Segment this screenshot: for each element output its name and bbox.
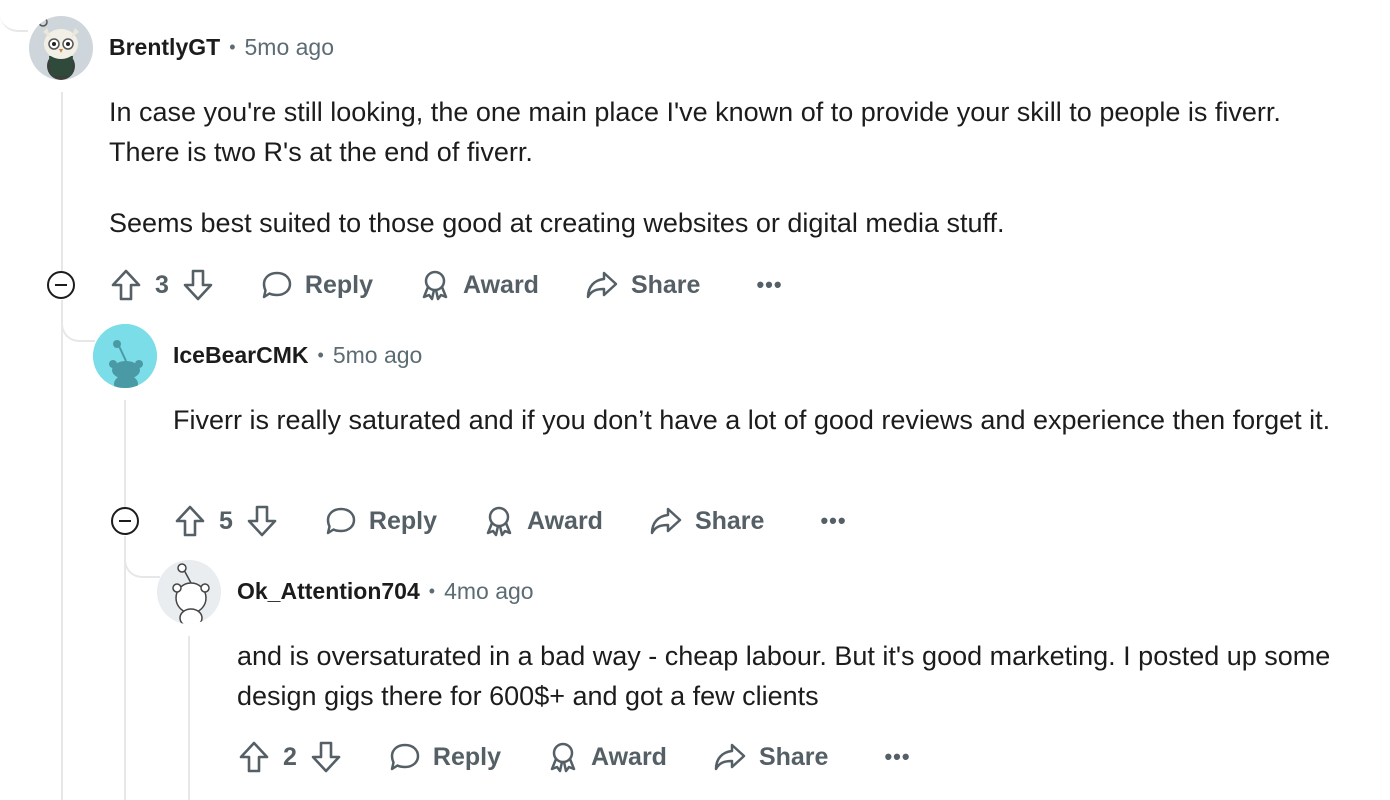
award-button[interactable]: Award xyxy=(547,741,667,773)
vote-score: 2 xyxy=(283,742,297,771)
award-label: Award xyxy=(591,742,667,771)
collapse-thread-button[interactable] xyxy=(47,271,75,299)
upvote-icon[interactable] xyxy=(173,504,207,538)
share-label: Share xyxy=(630,270,701,299)
timestamp[interactable]: 4mo ago xyxy=(444,578,534,605)
vote-score: 3 xyxy=(155,270,169,299)
reply-label: Reply xyxy=(368,506,437,535)
thread-line xyxy=(124,536,126,800)
award-label: Award xyxy=(527,506,603,535)
thread-connector xyxy=(61,300,95,342)
snoo-avatar-icon xyxy=(157,560,221,624)
reply-label: Reply xyxy=(432,742,501,771)
award-icon xyxy=(550,742,576,773)
thread-connector xyxy=(124,536,160,578)
more-options-button[interactable]: ••• xyxy=(756,272,782,298)
thread-line xyxy=(61,300,63,800)
author-name[interactable]: Ok_Attention704 xyxy=(237,578,420,605)
comment-meta: BrentlyGT • 5mo ago xyxy=(109,34,334,61)
avatar[interactable] xyxy=(93,324,157,388)
comment-actions: 5 Reply Award Share ••• xyxy=(173,499,847,543)
award-icon xyxy=(486,506,512,537)
downvote-icon[interactable] xyxy=(181,268,215,302)
timestamp[interactable]: 5mo ago xyxy=(245,34,335,61)
owl-avatar-icon xyxy=(29,16,93,80)
thread-connector xyxy=(0,0,28,32)
author-name[interactable]: IceBearCMK xyxy=(173,342,309,369)
share-label: Share xyxy=(758,742,829,771)
timestamp[interactable]: 5mo ago xyxy=(333,342,423,369)
share-button[interactable]: Share xyxy=(649,506,764,536)
comment-actions: 2 Reply Award Share ••• xyxy=(237,735,911,779)
reply-icon xyxy=(326,507,356,535)
share-button[interactable]: Share xyxy=(713,742,828,772)
share-icon xyxy=(714,743,746,771)
comment-paragraph: Seems best suited to those good at creat… xyxy=(109,208,1005,238)
award-label: Award xyxy=(463,270,539,299)
avatar[interactable] xyxy=(157,560,221,624)
minus-icon xyxy=(119,520,131,522)
award-button[interactable]: Award xyxy=(483,505,603,537)
downvote-icon[interactable] xyxy=(309,740,343,774)
vote-group: 2 xyxy=(237,740,343,774)
more-options-button[interactable]: ••• xyxy=(820,508,846,534)
author-name[interactable]: BrentlyGT xyxy=(109,34,220,61)
share-label: Share xyxy=(694,506,765,535)
reply-button[interactable]: Reply xyxy=(389,742,501,772)
collapse-thread-button[interactable] xyxy=(111,507,139,535)
comment-meta: IceBearCMK • 5mo ago xyxy=(173,342,422,369)
comment-paragraph: In case you're still looking, the one ma… xyxy=(109,97,1281,167)
share-icon xyxy=(586,271,618,299)
avatar[interactable] xyxy=(29,16,93,80)
reply-button[interactable]: Reply xyxy=(261,270,373,300)
meta-separator: • xyxy=(229,37,236,57)
reply-label: Reply xyxy=(304,270,373,299)
more-options-button[interactable]: ••• xyxy=(884,744,910,770)
comment-actions: 3 Reply Award Share ••• xyxy=(109,263,783,307)
vote-group: 5 xyxy=(173,504,279,538)
comment-paragraph: and is oversaturated in a bad way - chea… xyxy=(237,641,1331,711)
award-button[interactable]: Award xyxy=(419,269,539,301)
upvote-icon[interactable] xyxy=(237,740,271,774)
reply-button[interactable]: Reply xyxy=(325,506,437,536)
thread-line xyxy=(188,636,190,800)
comment-body: and is oversaturated in a bad way - chea… xyxy=(237,636,1357,716)
share-icon xyxy=(650,507,682,535)
thread-line xyxy=(61,92,63,277)
thread-line xyxy=(124,400,126,512)
award-icon xyxy=(422,270,448,301)
snoo-avatar-icon xyxy=(93,324,157,388)
comment-meta: Ok_Attention704 • 4mo ago xyxy=(237,578,534,605)
reply-icon xyxy=(262,271,292,299)
meta-separator: • xyxy=(317,345,324,365)
vote-score: 5 xyxy=(219,506,233,535)
share-button[interactable]: Share xyxy=(585,270,700,300)
meta-separator: • xyxy=(428,581,436,601)
reply-icon xyxy=(390,743,420,771)
upvote-icon[interactable] xyxy=(109,268,143,302)
vote-group: 3 xyxy=(109,268,215,302)
minus-icon xyxy=(55,284,67,286)
downvote-icon[interactable] xyxy=(245,504,279,538)
comment-body: Fiverr is really saturated and if you do… xyxy=(173,400,1333,440)
comment-body: In case you're still looking, the one ma… xyxy=(109,92,1339,243)
comment-paragraph: Fiverr is really saturated and if you do… xyxy=(173,405,1331,435)
